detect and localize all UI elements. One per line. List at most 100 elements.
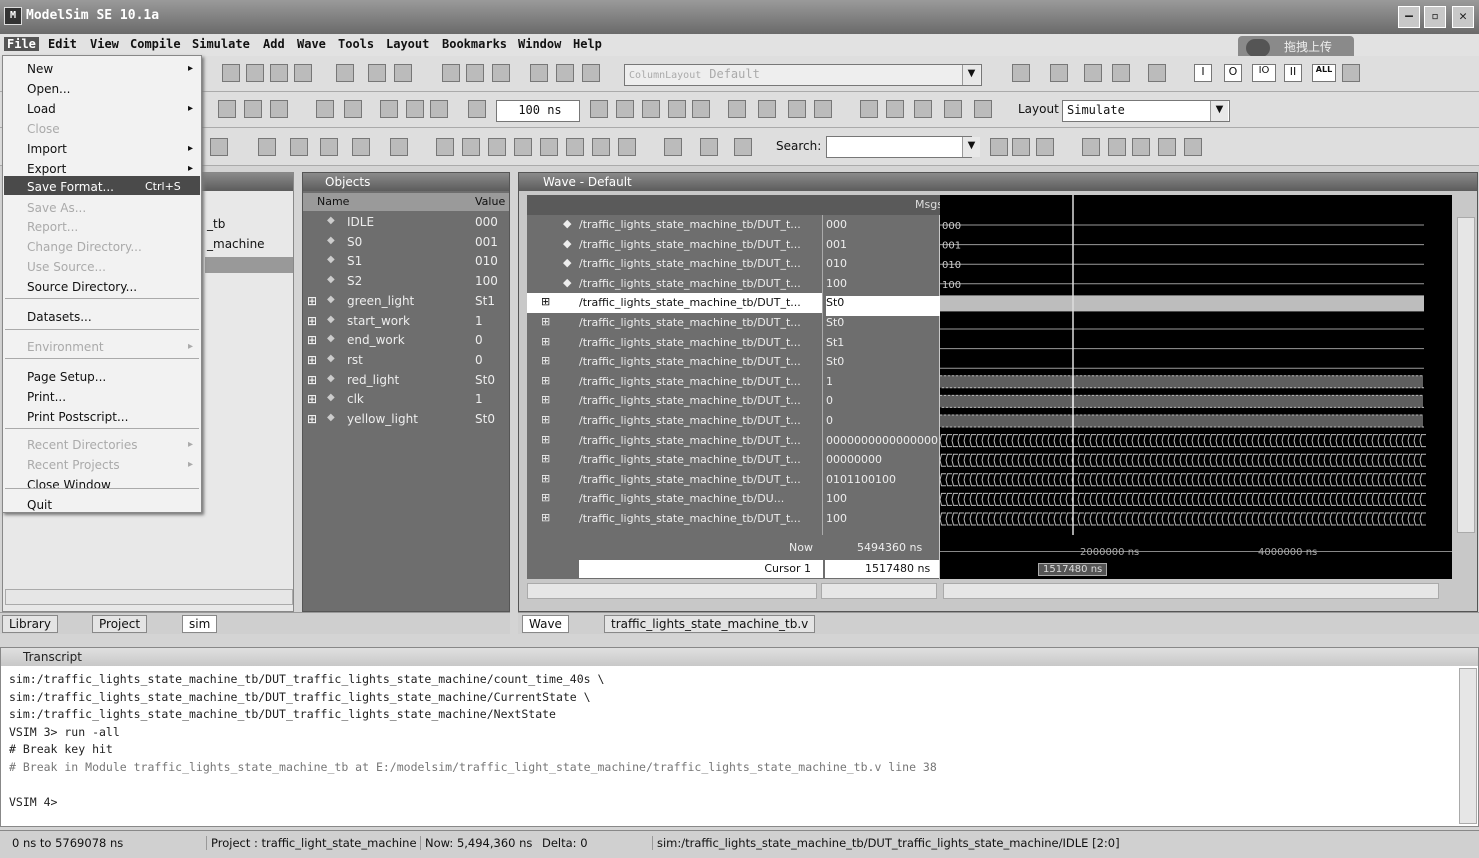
waveform-display[interactable]: 000 001 010 100 (939, 195, 1452, 535)
radix-out-button[interactable]: O (1224, 64, 1242, 82)
tab-project[interactable]: Project (92, 615, 148, 633)
wave-signal-row[interactable]: ⊞ /traffic_lights_state_machine_tb/DUT_t.… (527, 372, 822, 392)
file-menu-item-8[interactable]: Report... (27, 220, 78, 234)
file-menu-item-11[interactable]: Source Directory... (27, 280, 137, 294)
file-menu-item-3[interactable]: Close (27, 122, 60, 136)
zoom-in-icon[interactable] (1082, 138, 1100, 156)
wave-signal-row[interactable]: ⊞ /traffic_lights_state_machine_tb/DUT_t.… (527, 352, 822, 372)
stop-icon[interactable] (692, 100, 710, 118)
objects-row[interactable]: ◆ S2 100 (303, 272, 509, 292)
layout-select[interactable]: Simulate (1062, 100, 1230, 122)
radix-in-button[interactable]: I (1194, 64, 1212, 82)
breakpoint-icon[interactable] (860, 100, 878, 118)
misc-icon[interactable] (210, 138, 228, 156)
collapse-icon[interactable] (700, 138, 718, 156)
wave-signal-row[interactable]: ◆ /traffic_lights_state_machine_tb/DUT_t.… (527, 215, 822, 235)
wave-vscrollbar[interactable] (1457, 217, 1475, 533)
step-over-2-icon[interactable] (758, 100, 776, 118)
page-icon[interactable] (914, 100, 932, 118)
objects-row[interactable]: ⊞ ◆ red_light St0 (303, 371, 509, 391)
wave-group-icon[interactable] (1050, 64, 1068, 82)
page-edit-icon[interactable] (944, 100, 962, 118)
objects-row[interactable]: ⊞ ◆ clk 1 (303, 390, 509, 410)
file-menu-item-4[interactable]: Import (27, 142, 67, 156)
step-up-icon[interactable] (442, 64, 460, 82)
cursor-name-box[interactable]: Cursor 1 (579, 560, 823, 578)
objects-row[interactable]: ⊞ ◆ green_light St1 (303, 292, 509, 312)
column-layout-select[interactable]: ColumnLayout Default (624, 64, 982, 86)
expand-plus-icon[interactable]: ⊞ (307, 294, 317, 308)
file-menu-item-10[interactable]: Use Source... (27, 260, 106, 274)
insert-cursor-icon[interactable] (390, 138, 408, 156)
objects-col-value[interactable]: Value (475, 195, 505, 208)
file-menu-item-7[interactable]: Save As... (27, 201, 86, 215)
arrow-right-icon[interactable] (430, 100, 448, 118)
file-menu-item-12[interactable]: Datasets... (27, 310, 92, 324)
menu-add[interactable]: Add (263, 37, 285, 51)
arrow-up-icon[interactable] (380, 100, 398, 118)
edge-back-icon[interactable] (566, 138, 584, 156)
menu-help[interactable]: Help (573, 37, 602, 51)
run-icon[interactable] (590, 100, 608, 118)
step-out-icon[interactable] (492, 64, 510, 82)
objects-row[interactable]: ⊞ ◆ rst 0 (303, 351, 509, 371)
edge-any-icon[interactable] (540, 138, 558, 156)
target-icon[interactable] (336, 64, 354, 82)
step-icon[interactable] (728, 100, 746, 118)
file-menu-item-2[interactable]: Load (27, 102, 56, 116)
signal-hscrollbar[interactable] (527, 583, 817, 599)
tab-source-file[interactable]: traffic_lights_state_machine_tb.v (604, 615, 816, 633)
objects-row[interactable]: ⊞ ◆ start_work 1 (303, 312, 509, 332)
undo-icon[interactable] (270, 64, 288, 82)
arrow-left-icon[interactable] (406, 100, 424, 118)
edge-next-icon[interactable] (462, 138, 480, 156)
restart-icon[interactable] (344, 100, 362, 118)
file-menu-item-18[interactable]: Recent Projects (27, 458, 120, 472)
wave-signal-row[interactable]: ⊞ /traffic_lights_state_machine_tb/DUT_t.… (527, 509, 822, 529)
wave-signal-row[interactable]: ⊞ /traffic_lights_state_machine_tb/DUT_t.… (527, 411, 822, 431)
find-icon[interactable] (990, 138, 1008, 156)
expand-plus-icon[interactable]: ⊞ (307, 314, 317, 328)
cursor-mode-icon[interactable] (352, 138, 370, 156)
wave-signal-row[interactable]: ⊞ /traffic_lights_state_machine_tb/DU... (527, 489, 822, 509)
radix-inout-button[interactable]: IO (1252, 64, 1276, 82)
sim-expand-icon[interactable] (734, 138, 752, 156)
cursor-tag[interactable]: 1517480 ns (1038, 563, 1108, 576)
break-run-icon[interactable] (668, 100, 686, 118)
run-length-icon[interactable] (468, 100, 486, 118)
menu-wave[interactable]: Wave (297, 37, 326, 51)
sim-item-machine[interactable]: _machine (207, 237, 265, 251)
sim-selected-row[interactable] (205, 257, 293, 273)
wave-hscrollbar[interactable] (943, 583, 1439, 599)
menu-compile[interactable]: Compile (130, 37, 181, 51)
objects-row[interactable]: ◆ IDLE 000 (303, 213, 509, 233)
wave-signal-row[interactable]: ⊞ /traffic_lights_state_machine_tb/DUT_t.… (527, 470, 822, 490)
value-hscrollbar[interactable] (821, 583, 937, 599)
run-all-icon[interactable] (642, 100, 660, 118)
zoom-full-icon[interactable] (1132, 138, 1150, 156)
file-menu-item-20[interactable]: Quit (27, 498, 52, 512)
close-button[interactable]: ✕ (1452, 6, 1474, 28)
run-length-input[interactable]: 100 ns (496, 100, 580, 122)
expand-plus-icon[interactable]: ⊞ (307, 373, 317, 387)
hier-reset-icon[interactable] (582, 64, 600, 82)
align-icon[interactable] (394, 64, 412, 82)
find-next-icon[interactable] (1012, 138, 1030, 156)
expand-icon[interactable] (664, 138, 682, 156)
wave-signal-row[interactable]: ⊞ /traffic_lights_state_machine_tb/DUT_t.… (527, 333, 822, 353)
sim-hscrollbar[interactable] (5, 589, 293, 605)
wave-signal-row[interactable]: ◆ /traffic_lights_state_machine_tb/DUT_t.… (527, 235, 822, 255)
tab-library[interactable]: Library (2, 615, 58, 633)
hier-up-icon[interactable] (530, 64, 548, 82)
compile-icon[interactable] (218, 100, 236, 118)
wave-signal-row[interactable]: ⊞ /traffic_lights_state_machine_tb/DUT_t.… (527, 391, 822, 411)
continue-icon[interactable] (616, 100, 634, 118)
file-menu-item-13[interactable]: Environment (27, 340, 104, 354)
menu-edit[interactable]: Edit (48, 37, 77, 51)
wave-zoom-icon[interactable] (1112, 64, 1130, 82)
simulate-icon[interactable] (270, 100, 288, 118)
wave-signal-row[interactable]: ◆ /traffic_lights_state_machine_tb/DUT_t.… (527, 274, 822, 294)
hand-icon[interactable] (814, 100, 832, 118)
objects-row[interactable]: ◆ S0 001 (303, 233, 509, 253)
wave-signal-row[interactable]: ⊞ /traffic_lights_state_machine_tb/DUT_t.… (527, 313, 822, 333)
